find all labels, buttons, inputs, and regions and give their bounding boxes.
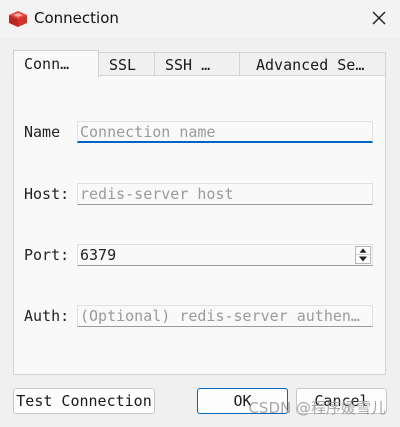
close-icon[interactable] (370, 9, 388, 27)
connection-panel (13, 75, 386, 375)
test-connection-button[interactable]: Test Connection (13, 388, 155, 414)
auth-field[interactable] (77, 305, 373, 327)
title-bar: Connection (0, 0, 400, 38)
auth-label: Auth: (24, 307, 70, 325)
tab-bar: Conn… SSL SSH … Advanced Se… (13, 50, 386, 77)
redis-cube-icon (9, 11, 27, 27)
watermark: CSDN @程序媛雪儿 (248, 399, 386, 417)
port-stepper[interactable] (355, 246, 371, 264)
window-title: Connection (34, 9, 119, 27)
tab-advanced-settings[interactable]: Advanced Se… (239, 52, 386, 76)
port-value: 6379 (80, 246, 117, 264)
tab-ssh[interactable]: SSH … (154, 52, 240, 76)
tab-ssl[interactable]: SSL (98, 52, 155, 76)
chevron-down-icon[interactable] (356, 255, 370, 263)
tab-connection[interactable]: Conn… (13, 50, 99, 77)
host-field[interactable] (77, 183, 373, 205)
chevron-up-icon[interactable] (356, 247, 370, 255)
name-label: Name (24, 123, 61, 141)
port-label: Port: (24, 246, 70, 264)
port-field[interactable] (77, 244, 373, 266)
name-field[interactable] (77, 121, 373, 143)
host-label: Host: (24, 185, 70, 203)
